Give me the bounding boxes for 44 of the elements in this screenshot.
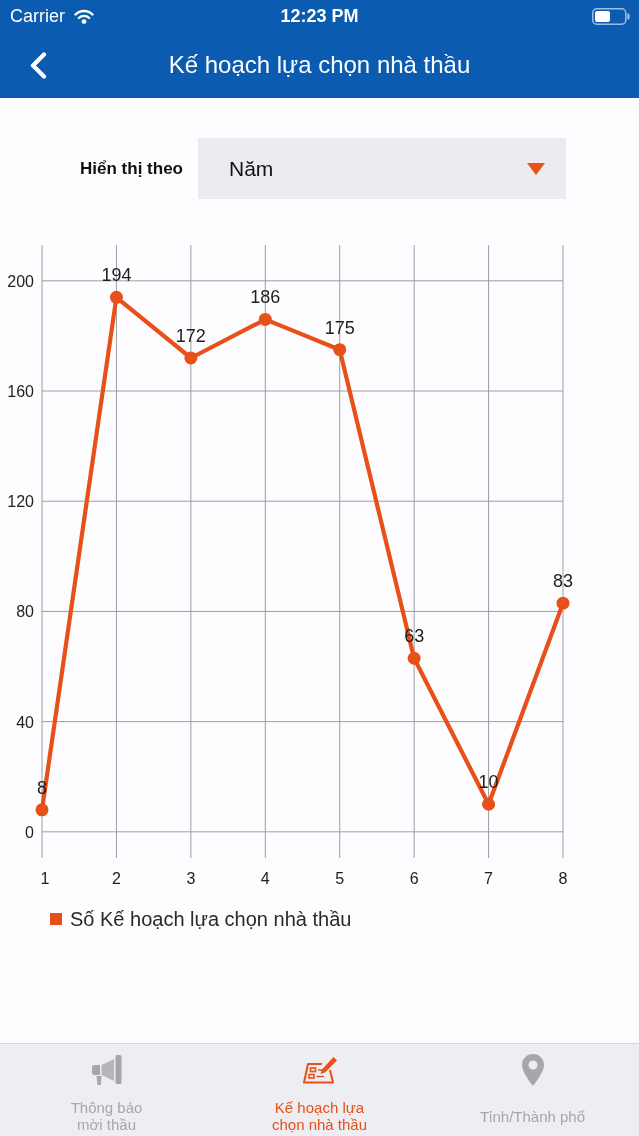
y-axis-label: 200 <box>7 272 34 290</box>
data-point <box>556 596 570 610</box>
data-label: 172 <box>175 325 206 346</box>
x-axis-label: 8 <box>558 870 568 887</box>
wifi-icon <box>74 8 94 24</box>
data-label: 194 <box>101 265 132 286</box>
data-point <box>407 651 421 665</box>
legend-label: Số Kế hoạch lựa chọn nhà thầu <box>70 907 352 931</box>
x-axis-label: 3 <box>186 870 196 887</box>
data-label: 83 <box>553 571 573 592</box>
data-label: 186 <box>250 287 281 308</box>
screen-title: Kế hoạch lựa chọn nhà thầu <box>168 51 471 79</box>
data-point <box>482 797 496 811</box>
y-axis-label: 120 <box>7 493 34 511</box>
tab-item[interactable]: Tỉnh/Thành phố <box>426 1044 639 1136</box>
carrier-label: Carrier <box>10 5 65 27</box>
checklist-pencil-icon <box>301 1055 338 1084</box>
tab-item[interactable]: Thông báo mời thầu <box>0 1044 213 1136</box>
data-label: 175 <box>324 317 355 338</box>
y-axis-label: 40 <box>16 713 34 731</box>
x-axis-label: 1 <box>40 870 50 887</box>
data-point <box>109 290 123 304</box>
x-axis-label: 7 <box>484 870 493 887</box>
data-point <box>184 351 198 365</box>
status-time: 12:23 PM <box>280 5 359 27</box>
data-point <box>35 803 49 817</box>
data-point <box>258 312 272 326</box>
period-dropdown[interactable]: Năm <box>198 138 566 199</box>
back-button[interactable] <box>29 51 47 79</box>
x-axis-label: 4 <box>260 870 270 887</box>
caret-icon <box>527 162 545 175</box>
map-pin-icon <box>521 1053 544 1086</box>
y-axis-label: 0 <box>25 823 34 841</box>
y-axis-label: 80 <box>16 603 34 621</box>
megaphone-icon <box>90 1053 123 1086</box>
battery-icon <box>592 7 630 25</box>
filter-label: Hiển thị theo <box>80 158 184 179</box>
x-axis-label: 5 <box>335 870 345 887</box>
x-axis-label: 6 <box>409 870 419 887</box>
x-axis-label: 2 <box>112 870 121 887</box>
tab-item[interactable]: Kế hoạch lựa chọn nhà thầu <box>213 1044 426 1136</box>
chevron-left-icon <box>29 51 47 79</box>
data-point <box>333 343 347 357</box>
y-axis-label: 160 <box>7 383 34 400</box>
